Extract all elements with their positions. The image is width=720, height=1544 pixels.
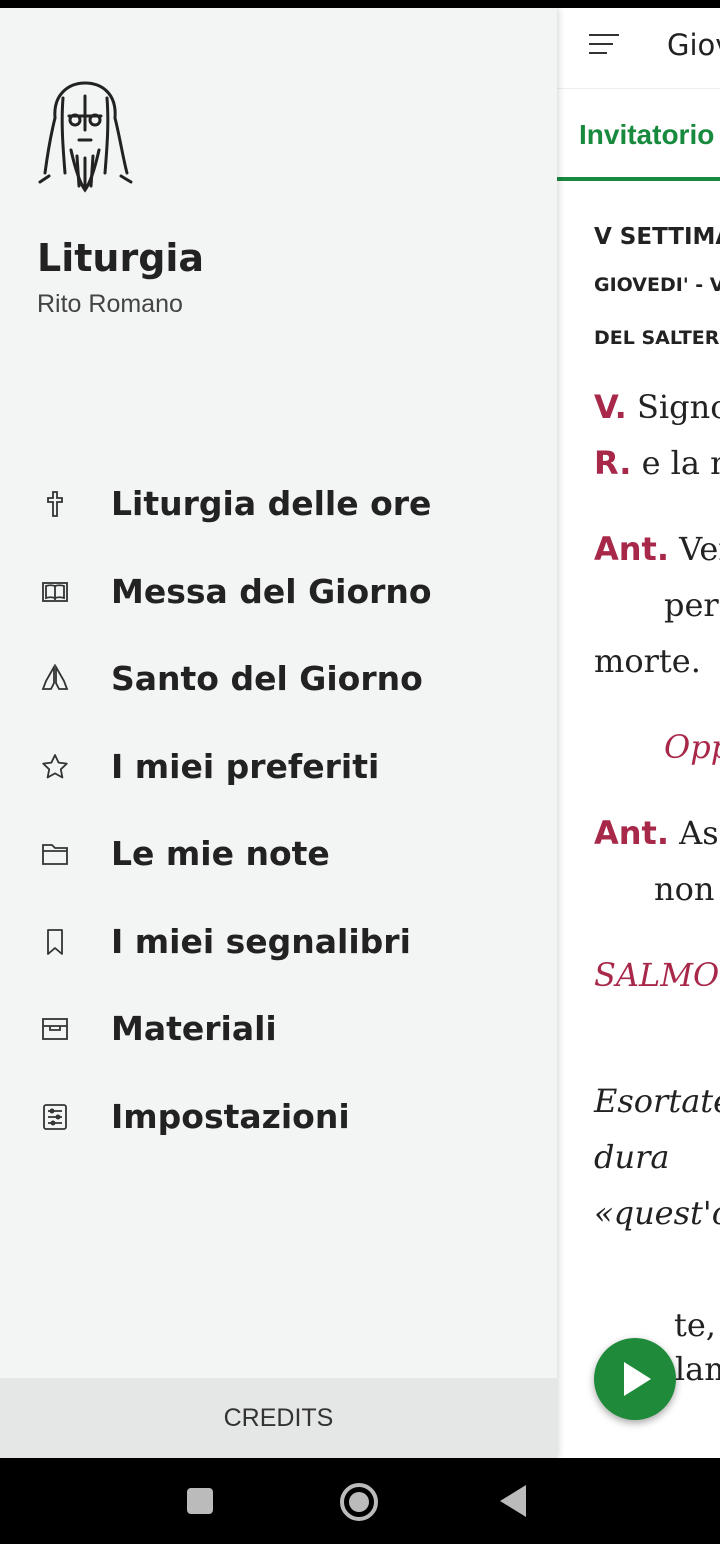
psalter-heading: DEL SALTER [594,327,720,349]
response-mark: R. [594,444,632,482]
play-button[interactable] [594,1338,676,1420]
verse-line: V. Signo [594,379,720,435]
folder-icon [42,844,68,865]
exhortation-line-2: dura [594,1138,670,1176]
oppure-label: Opp [664,728,720,766]
app-name: Liturgia [37,236,205,280]
tab-invitatorio[interactable]: Invitatorio [557,89,720,181]
drawer-item-liturgia-delle-ore[interactable]: Liturgia delle ore [0,460,557,548]
verse-text: Signo [626,388,720,426]
book-icon [42,581,68,602]
recent-apps-icon[interactable] [187,1488,213,1514]
antiphon-text: Ven [679,530,720,568]
antiphon-end: morte. [594,642,701,680]
system-navigation-bar [0,1458,720,1544]
drawer-item-note[interactable]: Le mie note [0,810,557,898]
liturgy-text: V SETTIMA GIOVEDI' - V DEL SALTER V. Sig… [557,224,720,1397]
main-content: Giov Invitatorio V SETTIMA GIOVEDI' - V … [557,8,720,1458]
antiphon-continuation: per [664,586,719,624]
drawer-item-impostazioni[interactable]: Impostazioni [0,1073,557,1161]
response-line: R. e la m [594,435,720,491]
play-icon [624,1362,651,1396]
app-subtitle: Rito Romano [37,290,183,318]
drawer-item-segnalibri[interactable]: I miei segnalibri [0,898,557,986]
antiphon2-text: Asc [679,814,720,852]
drawer-item-messa-del-giorno[interactable]: Messa del Giorno [0,548,557,636]
psalm-heading: SALMO [594,956,720,994]
drawer-item-preferiti[interactable]: I miei preferiti [0,723,557,811]
praying-hands-icon [41,664,69,690]
drawer-item-label: Le mie note [111,834,330,873]
verse-mark: V. [594,388,627,426]
antiphon-line: Ant. Ven [594,521,720,577]
drawer-item-label: Messa del Giorno [111,571,432,611]
day-heading: GIOVEDI' - V [594,274,720,296]
page-title: Giov [667,28,720,62]
menu-icon[interactable] [589,34,619,58]
navigation-drawer: Liturgia Rito Romano Liturgia delle ore … [0,8,557,1458]
status-bar [0,0,720,8]
home-icon[interactable] [340,1483,378,1521]
drawer-item-label: I miei preferiti [111,746,380,786]
archive-box-icon [42,1018,68,1040]
drawer-item-santo-del-giorno[interactable]: Santo del Giorno [0,635,557,723]
antiphon-mark: Ant. [594,530,669,568]
drawer-item-label: Liturgia delle ore [111,484,432,523]
christ-face-logo [38,81,133,193]
settings-sliders-icon [43,1103,67,1130]
antiphon2-line: Ant. Asc [594,805,720,861]
top-app-bar: Giov [557,8,720,89]
exhortation-line-3: «quest'o [594,1194,720,1232]
credits-button[interactable]: CREDITS [0,1378,557,1458]
tab-bar: Invitatorio [557,89,720,184]
cross-icon [47,491,63,517]
antiphon2-mark: Ant. [594,814,669,852]
drawer-item-label: Santo del Giorno [111,659,423,698]
drawer-item-label: Materiali [111,1009,277,1048]
drawer-item-materiali[interactable]: Materiali [0,985,557,1073]
drawer-item-label: I miei segnalibri [111,921,411,961]
back-icon[interactable] [500,1485,526,1517]
drawer-menu: Liturgia delle ore Messa del Giorno Sant… [0,460,557,1160]
exhortation-line-1: Esortate [594,1082,720,1120]
drawer-item-label: Impostazioni [111,1096,350,1136]
bookmark-icon [47,928,63,955]
antiphon2-continuation: non [654,870,715,908]
star-icon [42,753,68,778]
week-heading: V SETTIMA [594,224,720,250]
response-text: e la m [641,444,720,482]
